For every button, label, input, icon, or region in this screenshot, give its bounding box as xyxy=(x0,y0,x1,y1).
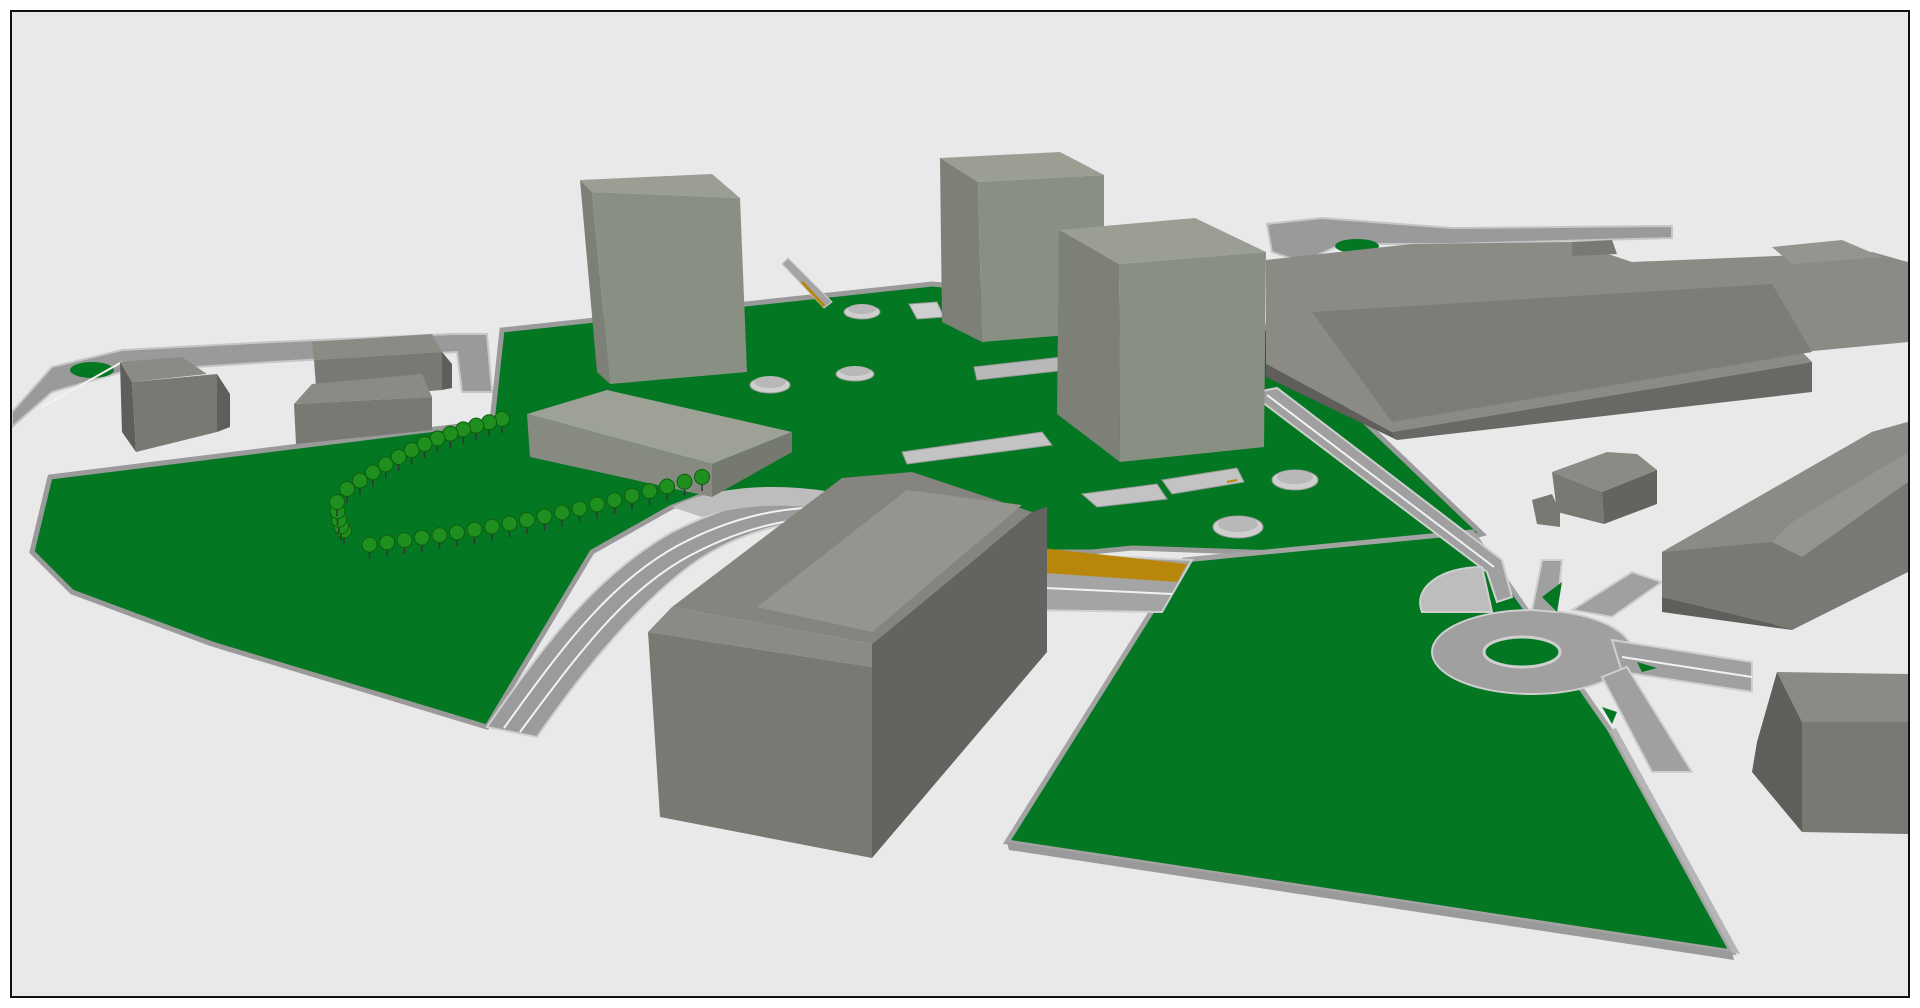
round-planter-4 xyxy=(1271,469,1319,491)
round-planter-5 xyxy=(1212,515,1264,539)
tree-canopy xyxy=(377,456,394,473)
tree-canopy xyxy=(466,521,483,538)
tree-canopy xyxy=(501,515,518,532)
roundabout-island xyxy=(1482,635,1562,669)
tree-canopy xyxy=(554,504,570,521)
tree-canopy xyxy=(329,494,345,510)
tower-left xyxy=(580,174,747,384)
tower-right xyxy=(1057,218,1266,462)
right-corner-building xyxy=(1752,672,1908,834)
tree-canopy xyxy=(449,524,465,541)
warehouse-far-right xyxy=(1266,240,1908,440)
tree-canopy xyxy=(414,529,430,546)
tree-canopy xyxy=(536,508,553,525)
right-hangar xyxy=(1662,422,1908,630)
left-house-1 xyxy=(120,357,230,452)
small-right-house xyxy=(1532,452,1657,527)
tree-canopy xyxy=(676,473,693,490)
tree-canopy xyxy=(606,492,623,509)
tree-canopy xyxy=(396,532,413,549)
tree-canopy xyxy=(659,478,675,495)
tree-canopy xyxy=(484,518,500,535)
site-model-scene xyxy=(12,152,1908,960)
tree-canopy xyxy=(641,483,658,500)
tree-canopy xyxy=(519,512,535,528)
render-viewport xyxy=(10,10,1910,998)
tree-canopy xyxy=(431,527,448,544)
tree-canopy xyxy=(339,481,355,497)
tree-canopy xyxy=(361,536,378,553)
tree-canopy xyxy=(624,487,640,504)
tree-canopy xyxy=(694,469,710,485)
tree-canopy xyxy=(364,464,381,481)
tree-canopy xyxy=(571,500,588,517)
tree-canopy xyxy=(379,534,395,551)
tree-canopy xyxy=(351,472,368,489)
tree-canopy xyxy=(589,496,605,513)
